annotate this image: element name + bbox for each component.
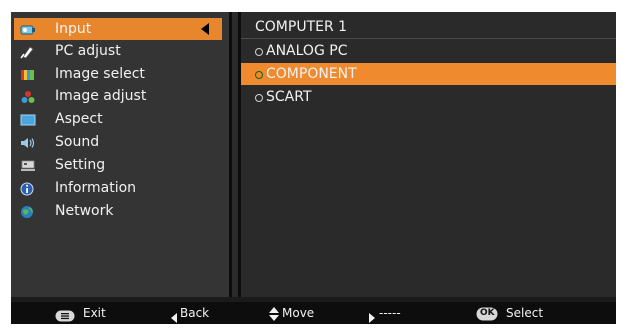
sound-icon xyxy=(20,135,35,149)
right-arrow-icon xyxy=(369,308,375,330)
ok-button-label: OK xyxy=(480,308,495,318)
next-label: ----- xyxy=(379,306,401,320)
menu-item-aspect[interactable]: Aspect xyxy=(14,108,222,130)
aspect-icon xyxy=(20,112,36,126)
submenu-panel: COMPUTER 1 ANALOG PC COMPONENT SCART xyxy=(241,12,616,297)
menu-item-label: Image adjust xyxy=(55,88,147,104)
menu-item-setting[interactable]: Setting xyxy=(14,154,222,176)
option-bullet-icon xyxy=(255,94,263,102)
input-icon xyxy=(20,22,35,36)
menu-item-label: Input xyxy=(55,21,92,37)
menu-item-pc-adjust[interactable]: PC adjust xyxy=(14,40,222,62)
option-label: COMPONENT xyxy=(266,66,357,82)
pc-adjust-icon xyxy=(20,44,34,59)
option-scart[interactable]: SCART xyxy=(241,86,616,108)
panel-divider-inner xyxy=(232,12,238,297)
exit-label: Exit xyxy=(83,306,106,320)
up-down-arrow-icon xyxy=(269,306,279,328)
setting-icon xyxy=(20,158,35,172)
option-component[interactable]: COMPONENT xyxy=(241,63,616,85)
menu-item-label: PC adjust xyxy=(55,43,121,59)
submenu-open-arrow-icon xyxy=(201,23,209,35)
network-icon xyxy=(20,204,34,218)
image-select-icon xyxy=(20,67,34,81)
option-bullet-icon xyxy=(255,48,263,56)
menu-item-input[interactable]: Input xyxy=(14,18,222,40)
option-analog-pc[interactable]: ANALOG PC xyxy=(241,40,616,62)
menu-item-sound[interactable]: Sound xyxy=(14,131,222,153)
menu-item-image-select[interactable]: Image select xyxy=(14,63,222,85)
menu-item-image-adjust[interactable]: Image adjust xyxy=(14,85,222,107)
main-menu-panel: Input PC adjust Image select Image adjus… xyxy=(11,12,229,297)
select-label: Select xyxy=(506,306,544,320)
footer-guide-bar: Exit Back Move ----- OK Select xyxy=(11,302,616,324)
menu-item-label: Network xyxy=(55,203,114,219)
menu-item-label: Setting xyxy=(55,157,106,173)
osd-menu: Input PC adjust Image select Image adjus… xyxy=(11,12,616,324)
option-label: ANALOG PC xyxy=(266,43,348,59)
information-icon xyxy=(20,181,34,196)
back-label: Back xyxy=(180,306,210,320)
menu-item-information[interactable]: Information xyxy=(14,177,222,199)
menu-item-label: Sound xyxy=(55,134,100,150)
left-arrow-icon xyxy=(171,308,177,330)
option-label: SCART xyxy=(266,89,312,105)
menu-item-label: Information xyxy=(55,180,137,196)
move-label: Move xyxy=(282,306,315,320)
menu-item-label: Aspect xyxy=(55,111,103,127)
submenu-title: COMPUTER 1 xyxy=(255,19,348,35)
submenu-divider xyxy=(241,38,616,39)
menu-item-label: Image select xyxy=(55,66,145,82)
osd-frame: Input PC adjust Image select Image adjus… xyxy=(0,0,627,326)
option-bullet-icon xyxy=(255,71,263,79)
menu-item-network[interactable]: Network xyxy=(14,200,222,222)
image-adjust-icon xyxy=(20,89,35,103)
